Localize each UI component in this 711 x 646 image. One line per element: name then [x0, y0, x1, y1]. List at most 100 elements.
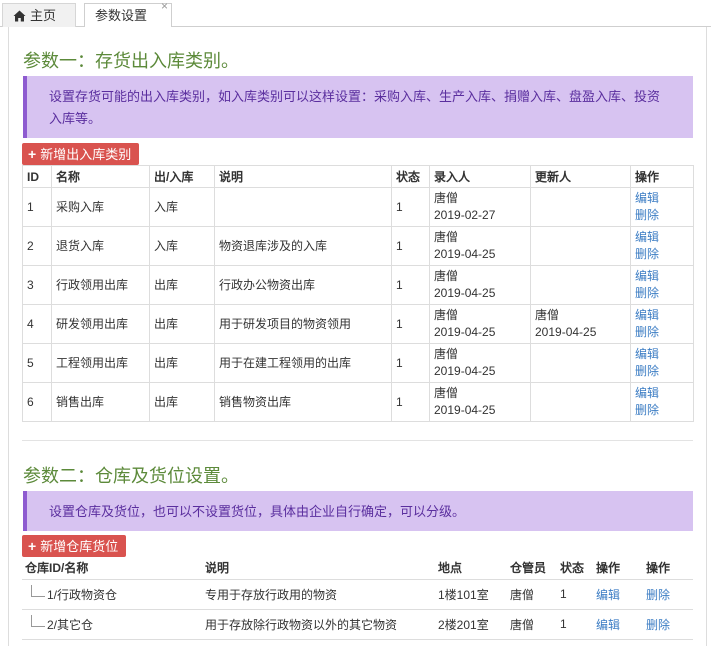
col-name: 名称 — [51, 165, 150, 188]
cell-delete: 删除 — [643, 609, 693, 640]
add-inout-category-button[interactable]: + 新增出入库类别 — [22, 143, 140, 165]
edit-link[interactable]: 编辑 — [596, 586, 640, 603]
tab-settings-label: 参数设置 — [95, 8, 148, 23]
section-divider — [22, 440, 693, 441]
edit-link[interactable]: 编辑 — [635, 307, 689, 324]
delete-link[interactable]: 删除 — [635, 363, 689, 380]
delete-link[interactable]: 删除 — [646, 586, 690, 603]
col-delete: 操作 — [643, 557, 693, 580]
col-warehouse-name: 仓库ID/名称 — [22, 557, 202, 580]
edit-link[interactable]: 编辑 — [635, 268, 689, 285]
cell-name: 研发领用出库 — [51, 304, 150, 344]
created-date: 2019-04-25 — [434, 286, 496, 300]
cell-status: 1 — [391, 343, 430, 383]
delete-link[interactable]: 删除 — [635, 402, 689, 419]
tree-branch-icon — [31, 615, 45, 627]
add-inout-category-label: 新增出入库类别 — [40, 147, 132, 162]
warehouse-name: 2/其它仓 — [47, 618, 94, 632]
cell-actions: 编辑 删除 — [630, 265, 694, 305]
inout-category-table: ID 名称 出/入库 说明 状态 录入人 更新人 操作 1 采购入库 入库 1 唐僧 20… — [22, 165, 694, 422]
cell-edit: 编辑 — [593, 579, 643, 610]
table-row: 2 退货入库 入库 物资退库涉及的入库 1 唐僧 2019-04-25 编辑 删除 — [22, 226, 694, 266]
cell-creator: 唐僧 2019-04-25 — [429, 265, 531, 305]
cell-status: 1 — [557, 579, 593, 610]
col-status: 状态 — [557, 557, 593, 580]
table-header-row: 仓库ID/名称 说明 地点 仓管员 状态 操作 操作 — [22, 557, 693, 580]
section1-notice: 设置存货可能的出入库类别，如入库类别可以这样设置：采购入库、生产入库、捐赠入库、… — [23, 76, 693, 138]
cell-actions: 编辑 删除 — [630, 382, 694, 422]
table-row: 3 行政领用出库 出库 行政办公物资出库 1 唐僧 2019-04-25 编辑 删除 — [22, 265, 694, 305]
tab-bar: 主页 参数设置 × — [0, 0, 711, 28]
updated-date: 2019-04-25 — [535, 325, 597, 339]
created-date: 2019-04-25 — [434, 325, 496, 339]
delete-link[interactable]: 删除 — [646, 616, 690, 633]
cell-direction: 出库 — [149, 304, 215, 344]
col-creator: 录入人 — [429, 165, 531, 188]
creator-name: 唐僧 — [434, 191, 459, 205]
cell-status: 1 — [391, 382, 430, 422]
cell-creator: 唐僧 2019-04-25 — [429, 304, 531, 344]
creator-name: 唐僧 — [434, 347, 459, 361]
cell-desc — [214, 187, 392, 227]
cell-direction: 入库 — [149, 226, 215, 266]
cell-desc: 物资退库涉及的入库 — [214, 226, 392, 266]
edit-link[interactable]: 编辑 — [596, 616, 640, 633]
cell-desc: 用于在建工程领用的出库 — [214, 343, 392, 383]
cell-name: 退货入库 — [51, 226, 150, 266]
cell-actions: 编辑 删除 — [630, 187, 694, 227]
creator-name: 唐僧 — [434, 308, 459, 322]
table-row: 4 研发领用出库 出库 用于研发项目的物资领用 1 唐僧 2019-04-25 唐僧 2019-… — [22, 304, 694, 344]
edit-link[interactable]: 编辑 — [635, 229, 689, 246]
cell-updater — [530, 382, 631, 422]
edit-link[interactable]: 编辑 — [635, 190, 689, 207]
cell-status: 1 — [557, 609, 593, 640]
edit-link[interactable]: 编辑 — [635, 346, 689, 363]
delete-link[interactable]: 删除 — [635, 246, 689, 263]
cell-status: 1 — [391, 187, 430, 227]
cell-desc: 用于研发项目的物资领用 — [214, 304, 392, 344]
cell-id: 4 — [22, 304, 52, 344]
plus-icon: + — [28, 146, 37, 162]
cell-name: 销售出库 — [51, 382, 150, 422]
cell-updater — [530, 265, 631, 305]
creator-name: 唐僧 — [434, 269, 459, 283]
delete-link[interactable]: 删除 — [635, 324, 689, 341]
delete-link[interactable]: 删除 — [635, 285, 689, 302]
cell-updater — [530, 187, 631, 227]
cell-desc: 专用于存放行政用的物资 — [202, 579, 435, 610]
creator-name: 唐僧 — [434, 230, 459, 244]
add-warehouse-button[interactable]: + 新增仓库货位 — [22, 535, 127, 557]
cell-desc: 用于存放除行政物资以外的其它物资 — [202, 609, 435, 640]
close-icon[interactable]: × — [161, 0, 168, 12]
tab-home[interactable]: 主页 — [2, 3, 76, 27]
created-date: 2019-04-25 — [434, 247, 496, 261]
cell-actions: 编辑 删除 — [630, 226, 694, 266]
table-header-row: ID 名称 出/入库 说明 状态 录入人 更新人 操作 — [22, 165, 694, 188]
created-date: 2019-04-25 — [434, 364, 496, 378]
cell-direction: 出库 — [149, 343, 215, 383]
col-status: 状态 — [391, 165, 430, 188]
tab-settings[interactable]: 参数设置 × — [84, 0, 172, 28]
plus-icon: + — [28, 538, 37, 554]
cell-updater: 唐僧 2019-04-25 — [530, 304, 631, 344]
edit-link[interactable]: 编辑 — [635, 385, 689, 402]
delete-link[interactable]: 删除 — [635, 207, 689, 224]
col-updater: 更新人 — [530, 165, 631, 188]
cell-creator: 唐僧 2019-04-25 — [429, 343, 531, 383]
cell-creator: 唐僧 2019-04-25 — [429, 226, 531, 266]
cell-id: 1 — [22, 187, 52, 227]
col-desc: 说明 — [202, 557, 435, 580]
cell-actions: 编辑 删除 — [630, 304, 694, 344]
cell-updater — [530, 226, 631, 266]
cell-direction: 出库 — [149, 265, 215, 305]
table-row: 1 采购入库 入库 1 唐僧 2019-02-27 编辑 删除 — [22, 187, 694, 227]
cell-warehouse-name: 1/行政物资仓 — [22, 579, 202, 610]
tab-home-label: 主页 — [30, 8, 57, 23]
cell-creator: 唐僧 2019-04-25 — [429, 382, 531, 422]
table-row: 6 销售出库 出库 销售物资出库 1 唐僧 2019-04-25 编辑 删除 — [22, 382, 694, 422]
cell-status: 1 — [391, 226, 430, 266]
cell-status: 1 — [391, 265, 430, 305]
cell-edit: 编辑 — [593, 609, 643, 640]
table-row: 2/其它仓 用于存放除行政物资以外的其它物资 2楼201室 唐僧 1 编辑 删除 — [22, 609, 693, 640]
cell-keeper: 唐僧 — [507, 579, 557, 610]
